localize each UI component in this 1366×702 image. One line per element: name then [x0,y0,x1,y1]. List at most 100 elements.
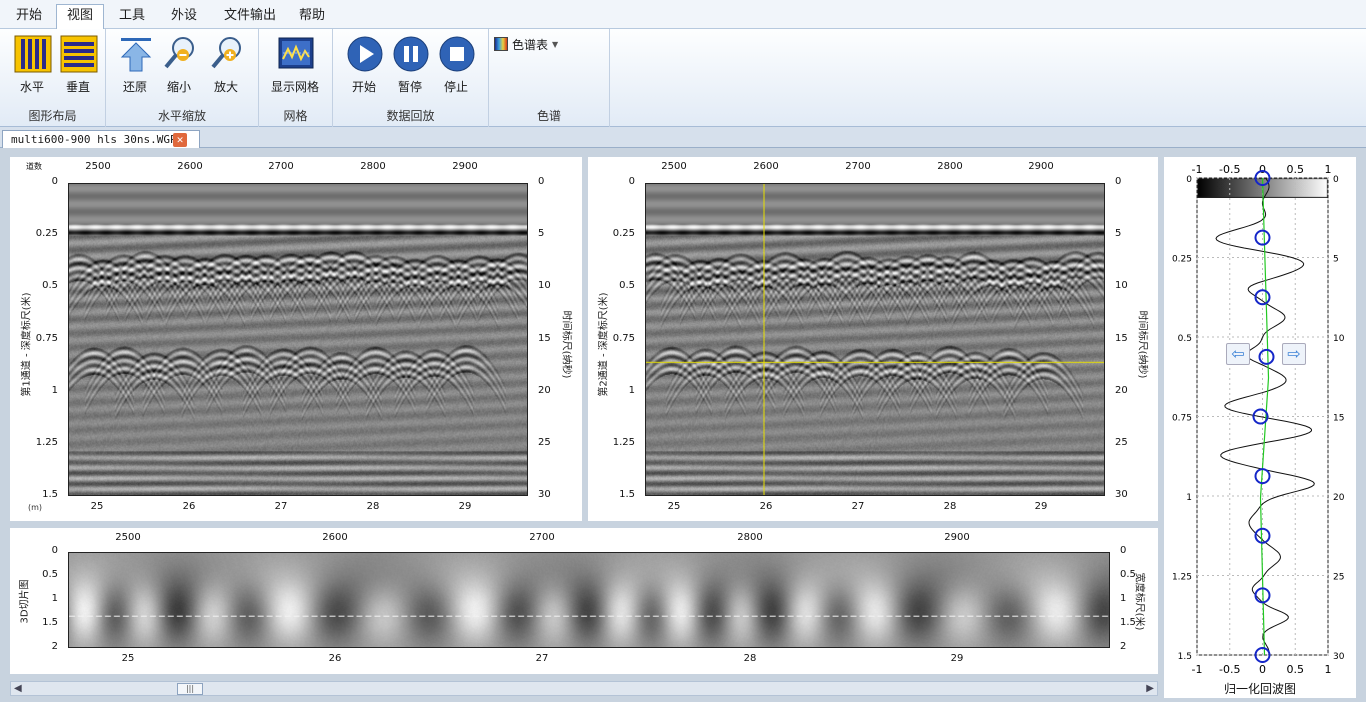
time-tick: 15 [1333,414,1344,424]
group-hzoom: 还原 缩小 放大 水平缩放 [106,29,259,127]
stop-button[interactable]: 停止 [433,33,479,95]
amplitude-tick-top: 0 [1259,163,1266,176]
time-tick: 0 [1120,545,1127,556]
depth-tick: 0.5 [1178,334,1192,344]
slice-3d-image[interactable] [68,552,1110,648]
scroll-left-icon[interactable]: ◀ [14,683,22,694]
stop-label: 停止 [443,80,468,94]
unit-label: (m) [28,503,43,512]
depth-tick: 0.5 [42,569,58,580]
time-tick: 30 [538,489,551,500]
radargram-channel-1: 道数 2500 2600 2700 2800 2900 25 26 27 28 29 0 0.25 0.… [10,157,582,521]
group-label-playback: 数据回放 [386,109,435,123]
time-tick: 1 [1120,593,1127,604]
pause-icon [393,36,429,72]
depth-tick: 1.25 [1172,573,1192,583]
echo-waveform-chart[interactable]: -1 -0.5 0 0.5 1-1 -0.5 0 0.5 100.250.50.7511.251… [1164,157,1356,698]
distance-tick: 26 [182,501,196,512]
time-tick: 15 [538,332,551,344]
time-axis-title-1: 时间标尺(纳秒) [560,310,572,379]
depth-tick: 1.5 [1178,652,1192,662]
trace-tick: 2600 [177,161,203,172]
distance-tick: 25 [90,501,104,512]
amplitude-tick-top: 1 [1325,163,1332,176]
distance-tick: 29 [950,653,964,664]
depth-tick: 0.25 [1172,255,1192,265]
zoom-in-button[interactable]: 放大 [203,33,249,95]
zoom-out-button[interactable]: 缩小 [156,33,202,95]
depth-tick: 0.25 [35,228,58,240]
palette-label: 色谱表 [512,37,549,52]
depth-tick: 1.25 [612,436,635,448]
time-tick: 0 [1333,175,1339,185]
close-icon[interactable]: ✕ [173,133,187,147]
scroll-right-icon[interactable]: ▶ [1146,683,1154,694]
trace-tick: 2700 [268,161,294,172]
show-grid-label: 显示网格 [270,80,319,94]
time-tick: 20 [1115,384,1128,396]
horizontal-scrollbar[interactable]: ◀ ||| ▶ [10,681,1158,696]
tab-start[interactable]: 开始 [6,5,52,29]
scroll-thumb[interactable]: ||| [177,683,203,695]
radargram-channel-2: 2500 2600 2700 2800 2900 25 26 27 28 29 0 0.25 0.5 0.… [588,157,1158,521]
trace-tick: 2800 [360,161,386,172]
radargram-image-2[interactable] [645,183,1105,496]
time-tick: 10 [1115,280,1128,292]
group-grid: 显示网格 网格 [259,29,333,127]
rows-icon [60,35,98,73]
depth-tick: 2 [51,641,58,652]
depth-tick: 0.75 [1172,414,1192,424]
trace-tick: 2700 [845,161,871,172]
time-tick: 2 [1120,641,1127,652]
distance-tick: 26 [328,653,342,664]
vertical-layout-button[interactable]: 垂直 [55,33,101,95]
group-layout: 水平 垂直 图形布局 [0,29,106,127]
time-tick: 5 [1333,255,1339,265]
slice-axis-title: 3D切片图 [19,579,31,624]
time-tick: 30 [1115,489,1128,500]
depth-tick: 1 [628,384,635,396]
show-grid-button[interactable]: 显示网格 [267,33,323,95]
trace-axis-label: 道数 [26,162,42,171]
amplitude-tick-bottom: 0 [1259,663,1266,676]
trace-tick: 2500 [115,532,141,543]
time-tick: 10 [538,280,551,292]
palette-dropdown[interactable]: 色谱表 ▼ [494,35,558,53]
arrow-right-icon[interactable]: ⇨ [1282,343,1306,365]
time-tick: 5 [538,228,545,240]
document-tab-title: multi600-900 hls 30ns.WGPR [11,133,184,146]
tab-peripherals[interactable]: 外设 [162,5,206,29]
tab-file-output[interactable]: 文件输出 [218,5,282,29]
distance-tick: 26 [759,501,773,512]
document-tab[interactable]: multi600-900 hls 30ns.WGPR ✕ [2,130,200,149]
group-label-grid: 网格 [283,109,308,123]
depth-tick: 0.5 [42,280,58,292]
group-label-palette: 色谱 [536,109,561,123]
time-tick: 15 [1115,332,1128,344]
echo-chart-title: 归一化回波图 [1224,682,1297,696]
tab-tools[interactable]: 工具 [110,5,154,29]
document-tab-strip: multi600-900 hls 30ns.WGPR ✕ [0,127,1366,149]
trace-tick: 2900 [452,161,478,172]
distance-tick: 29 [458,501,472,512]
stop-icon [439,36,475,72]
group-playback: 开始 暂停 停止 数据回放 [333,29,489,127]
group-label-hzoom: 水平缩放 [157,109,206,123]
arrow-left-icon[interactable]: ⇦ [1226,343,1250,365]
depth-axis-title-1: 第1通道 - 深度标尺(米) [21,292,33,397]
distance-tick: 25 [121,653,135,664]
trace-tick: 2500 [661,161,687,172]
palette-icon [494,37,508,51]
time-tick: 0 [1115,176,1122,187]
group-palette: 色谱表 ▼ 色谱 [489,29,610,127]
distance-tick: 28 [366,501,380,512]
zoom-in-label: 放大 [213,80,238,94]
zoom-in-icon [211,37,241,69]
depth-tick: 1 [51,384,58,396]
tab-view[interactable]: 视图 [56,4,104,30]
radargram-image-1[interactable] [68,183,528,496]
tab-help[interactable]: 帮助 [290,5,334,29]
depth-tick: 1.5 [42,617,58,628]
time-tick: 25 [1115,436,1128,448]
restore-arrow-icon [120,38,152,72]
